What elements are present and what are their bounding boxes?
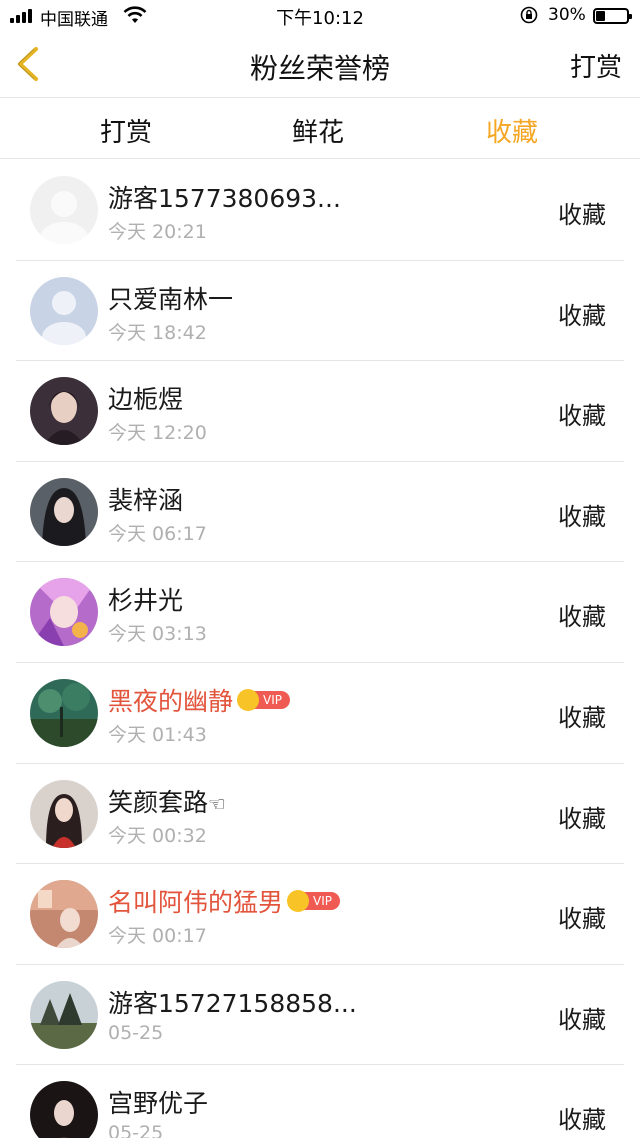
avatar [30, 176, 98, 244]
avatar [30, 276, 98, 345]
user-name: 杉井光 [108, 586, 184, 616]
vip-badge: VIP [237, 688, 290, 711]
reward-button[interactable]: 打赏 [570, 47, 622, 84]
avatar [30, 578, 98, 647]
list-item[interactable]: 游客1577380693... 今天 20:21 收藏 [0, 160, 640, 261]
list-item[interactable]: 杉井光 今天 03:13 收藏 [0, 562, 640, 663]
action-label: 收藏 [558, 402, 606, 431]
action-label: 收藏 [558, 201, 606, 229]
avatar [30, 377, 98, 446]
timestamp: 今天 06:17 [108, 522, 207, 545]
user-name: 裴梓涵 [108, 485, 184, 515]
list-item[interactable]: 笑颜套路☜ 今天 00:32 收藏 [0, 764, 640, 865]
user-name: 笑颜套路☜ [108, 787, 226, 817]
pointing-hand-icon: ☜ [208, 791, 226, 816]
list-item[interactable]: 名叫阿伟的猛男 VIP 今天 00:17 收藏 [0, 864, 640, 965]
vip-badge: VIP [287, 890, 340, 913]
list-item[interactable]: 游客15727158858... 05-25 收藏 [0, 965, 640, 1066]
rotation-lock-icon [520, 6, 538, 24]
fan-list: 游客1577380693... 今天 20:21 收藏 只爱南林一 今天 18:… [0, 160, 640, 1138]
action-label: 收藏 [558, 502, 606, 531]
action-label: 收藏 [558, 603, 606, 632]
crown-icon [237, 688, 260, 711]
action-label: 收藏 [558, 804, 606, 833]
timestamp: 今天 20:21 [108, 221, 207, 243]
timestamp: 今天 12:20 [108, 422, 207, 445]
timestamp: 今天 03:13 [108, 623, 207, 646]
battery-icon [593, 8, 632, 24]
timestamp: 今天 00:32 [108, 824, 207, 847]
timestamp: 今天 01:43 [108, 723, 207, 746]
timestamp: 05-25 [108, 1122, 164, 1138]
tab-flowers[interactable]: 鲜花 [292, 112, 344, 149]
battery-level [596, 11, 605, 21]
action-label: 收藏 [558, 301, 606, 330]
avatar [30, 477, 98, 546]
timestamp: 今天 00:17 [108, 925, 207, 948]
avatar [30, 779, 98, 848]
user-name: 宫野优子 [108, 1089, 209, 1119]
avatar [30, 880, 98, 949]
status-bar: 中国联通 下午10:12 30% [0, 0, 640, 32]
list-item[interactable]: 边栀煜 今天 12:20 收藏 [0, 361, 640, 462]
avatar [30, 678, 98, 747]
action-label: 收藏 [558, 703, 606, 732]
timestamp: 05-25 [108, 1021, 164, 1044]
battery-percent: 30% [548, 5, 586, 25]
list-item[interactable]: 只爱南林一 今天 18:42 收藏 [0, 261, 640, 362]
clock: 下午10:12 [276, 8, 364, 29]
tab-bar: 打赏 鲜花 收藏 [0, 99, 640, 159]
user-name: 游客15727158858... [108, 988, 357, 1018]
tab-reward[interactable]: 打赏 [100, 112, 152, 149]
user-name: 只爱南林一 [108, 284, 234, 314]
user-name: 黑夜的幽静 VIP [108, 682, 290, 718]
avatar [30, 980, 98, 1049]
action-label: 收藏 [558, 905, 606, 934]
user-name: 名叫阿伟的猛男 VIP [108, 883, 340, 919]
nav-bar: 粉丝荣誉榜 打赏 [0, 32, 640, 98]
action-label: 收藏 [558, 1005, 606, 1034]
page: 中国联通 下午10:12 30% 粉丝荣誉榜 打赏 打赏 鲜花 收藏 游客157… [0, 0, 640, 1138]
list-item[interactable]: 裴梓涵 今天 06:17 收藏 [0, 462, 640, 563]
user-name: 游客1577380693... [108, 184, 341, 213]
list-item[interactable]: 宫野优子 05-25 收藏 [0, 1065, 640, 1138]
crown-icon [287, 890, 310, 913]
user-name: 边栀煜 [108, 385, 184, 415]
action-label: 收藏 [558, 1106, 606, 1135]
page-title: 粉丝荣誉榜 [249, 52, 390, 85]
list-item[interactable]: 黑夜的幽静 VIP 今天 01:43 收藏 [0, 663, 640, 764]
avatar [30, 1081, 98, 1138]
tab-favorites[interactable]: 收藏 [486, 112, 538, 149]
timestamp: 今天 18:42 [108, 321, 207, 344]
